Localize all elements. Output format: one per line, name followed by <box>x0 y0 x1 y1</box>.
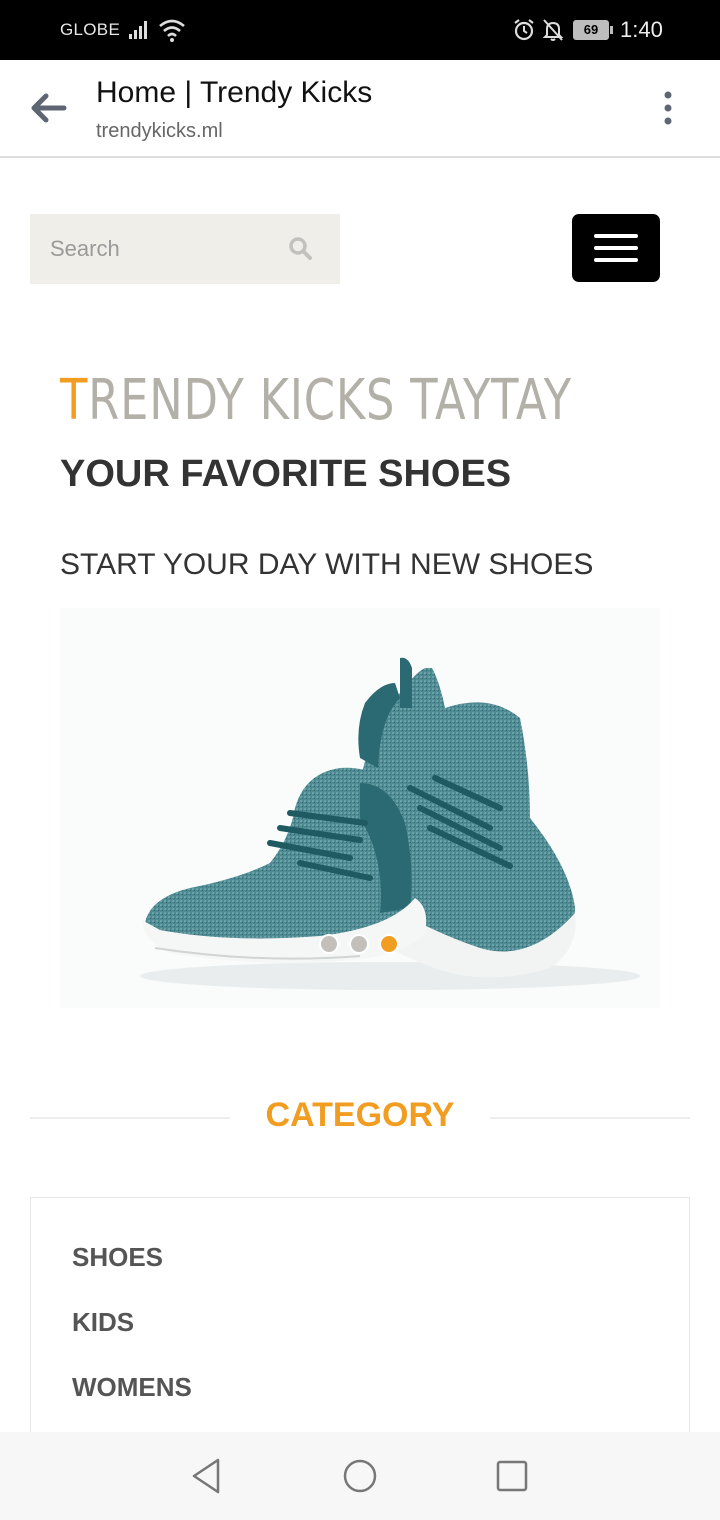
browser-header: Home | Trendy Kicks trendykicks.ml <box>0 60 720 158</box>
back-arrow-icon[interactable] <box>28 90 68 126</box>
battery-level: 69 <box>575 22 607 38</box>
carousel-dot-1[interactable] <box>319 934 339 954</box>
carousel-dot-2[interactable] <box>349 934 369 954</box>
battery-tip <box>610 26 613 34</box>
notifications-off-icon <box>542 19 564 41</box>
hamburger-line <box>594 246 638 250</box>
category-item-shoes[interactable]: SHOES <box>72 1242 163 1273</box>
nav-home-icon[interactable] <box>336 1452 384 1500</box>
nav-recents-icon[interactable] <box>488 1452 536 1500</box>
hamburger-menu-button[interactable] <box>572 214 660 282</box>
brand-rest: RENDY KICKS TAYTAY <box>88 368 572 433</box>
category-divider-right <box>490 1117 690 1119</box>
nav-back-icon[interactable] <box>182 1452 230 1500</box>
battery-indicator: 69 <box>573 20 609 40</box>
more-options-icon[interactable] <box>656 90 680 126</box>
category-divider-left <box>30 1117 230 1119</box>
alarm-icon <box>514 19 534 41</box>
hamburger-line <box>594 234 638 238</box>
site-brand-title: TRENDY KICKS TAYTAY <box>60 368 572 433</box>
category-item-womens[interactable]: WOMENS <box>72 1372 192 1403</box>
category-item-kids[interactable]: KIDS <box>72 1307 134 1338</box>
search-icon[interactable] <box>288 236 314 262</box>
search-input[interactable] <box>30 214 280 284</box>
category-heading: CATEGORY <box>265 1096 455 1134</box>
hero-subtitle: START YOUR DAY WITH NEW SHOES <box>60 548 594 581</box>
page-title: Home | Trendy Kicks <box>96 76 373 109</box>
signal-icon <box>129 21 147 39</box>
carousel-dot-3-active[interactable] <box>379 934 399 954</box>
status-bar: GLOBE 69 1:40 <box>0 0 720 60</box>
wifi-icon <box>159 19 185 42</box>
hamburger-line <box>594 258 638 262</box>
page-url: trendykicks.ml <box>96 120 223 142</box>
hero-tagline: YOUR FAVORITE SHOES <box>60 453 512 495</box>
status-time: 1:40 <box>620 17 663 42</box>
carrier-name: GLOBE <box>60 20 121 39</box>
brand-first-letter: T <box>60 368 89 433</box>
system-nav-bar <box>0 1432 720 1520</box>
